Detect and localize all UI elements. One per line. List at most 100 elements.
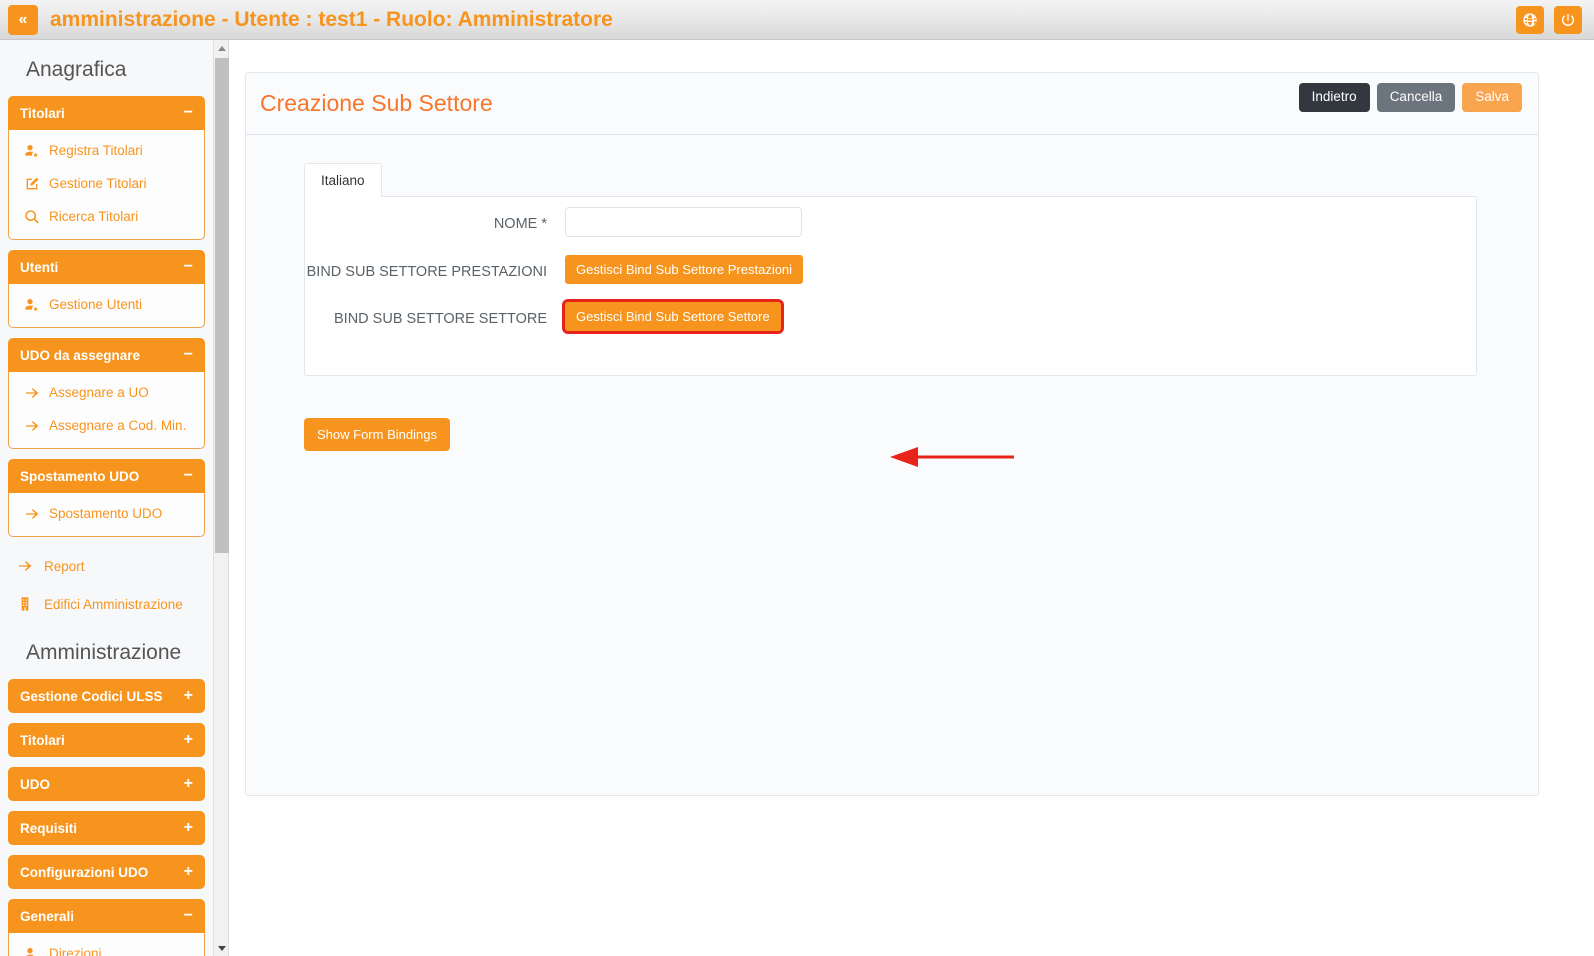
sidebar-group-body-udo-da-assegnare: Assegnare a UO Assegnare a Cod. Min. — [8, 372, 205, 449]
page-card: Creazione Sub Settore Indietro Cancella … — [245, 72, 1539, 796]
cancel-button[interactable]: Cancella — [1376, 83, 1456, 112]
sidebar-item-label: Assegnare a Cod. Min. — [49, 418, 187, 433]
sidebar-item-label: Report — [44, 558, 85, 574]
sidebar-group-header-gestione-codici-ulss[interactable]: Gestione Codici ULSS + — [8, 679, 205, 713]
sidebar-item-registra-titolari[interactable]: Registra Titolari — [9, 134, 204, 167]
sidebar-group-label: Gestione Codici ULSS — [20, 688, 163, 704]
nome-input[interactable] — [565, 207, 802, 237]
tab-strip: Italiano — [304, 163, 1477, 197]
sidebar-group-gestione-codici-ulss: Gestione Codici ULSS + — [8, 679, 205, 713]
sidebar-item-label: Registra Titolari — [49, 143, 143, 158]
sidebar-item-gestione-utenti[interactable]: Gestione Utenti — [9, 288, 204, 321]
sidebar-content: Anagrafica Titolari − Registra Titolari Gest… — [0, 40, 213, 956]
sidebar-group-body-generali: DirezioniDistretti — [8, 933, 205, 956]
sidebar-group-header-requisiti[interactable]: Requisiti + — [8, 811, 205, 845]
plus-icon: + — [183, 775, 193, 792]
edit-square-icon-wrap — [23, 175, 40, 192]
language-tab-container: Italiano NOME * BIND SUB SETTORE PRESTAZ… — [304, 163, 1477, 467]
sidebar-item-edifici-amministrazione[interactable]: Edifici Amministrazione — [8, 585, 205, 623]
sidebar-group-header-spostamento-udo[interactable]: Spostamento UDO − — [8, 459, 205, 493]
building-icon-wrap — [16, 595, 34, 613]
sidebar-group-header-utenti[interactable]: Utenti − — [8, 250, 205, 284]
sidebar-group-label: Titolari — [20, 105, 65, 121]
sidebar-group-header-udo-da-assegnare[interactable]: UDO da assegnare − — [8, 338, 205, 372]
form-row-nome: NOME * — [305, 207, 1476, 237]
save-button[interactable]: Salva — [1462, 83, 1522, 112]
sidebar: Anagrafica Titolari − Registra Titolari Gest… — [0, 40, 213, 956]
sidebar-group-configurazioni-udo: Configurazioni UDO + — [8, 855, 205, 889]
sidebar-section-heading: Anagrafica — [26, 58, 127, 81]
sidebar-group-header-udo[interactable]: UDO + — [8, 767, 205, 801]
show-form-bindings-button[interactable]: Show Form Bindings — [304, 418, 450, 451]
sidebar-item-assegnare-a-cod-min[interactable]: Assegnare a Cod. Min. — [9, 409, 204, 442]
sidebar-collapse-button[interactable]: « — [8, 4, 38, 35]
sidebar-group-header-titolari[interactable]: Titolari + — [8, 723, 205, 757]
logout-button[interactable] — [1554, 5, 1582, 34]
minus-icon: − — [183, 467, 193, 484]
building-icon — [21, 597, 29, 611]
sidebar-group-label: Generali — [20, 908, 75, 924]
sidebar-group-label: Requisiti — [20, 820, 78, 836]
minus-icon: − — [183, 258, 193, 275]
search-icon-wrap — [23, 208, 40, 225]
manage-bind-sub-settore-settore-button[interactable]: Gestisci Bind Sub Settore Settore — [562, 299, 784, 334]
search-icon — [24, 209, 39, 223]
sidebar-group-titolari: Titolari − Registra Titolari Gestione Titol… — [8, 96, 205, 240]
arrow-right-icon — [25, 508, 38, 519]
scroll-down-arrow-icon[interactable] — [214, 940, 230, 956]
form-row-bind-prestazioni: BIND SUB SETTORE PRESTAZIONI Gestisci Bi… — [305, 255, 1476, 284]
plus-icon: + — [183, 863, 193, 880]
sidebar-item-gestione-titolari[interactable]: Gestione Titolari — [9, 167, 204, 200]
scrollbar-thumb[interactable] — [215, 58, 229, 553]
sidebar-item-label: Gestione Titolari — [49, 176, 147, 191]
sidebar-group-header-titolari[interactable]: Titolari − — [8, 96, 205, 130]
page-header: Creazione Sub Settore Indietro Cancella … — [246, 73, 1538, 135]
plus-icon: + — [183, 687, 193, 704]
minus-icon: − — [183, 907, 193, 924]
sidebar-group-spostamento-udo: Spostamento UDO − Spostamento UDO — [8, 459, 205, 537]
user-plus-icon — [24, 144, 38, 157]
sidebar-item-label: Gestione Utenti — [49, 297, 143, 312]
sidebar-item-label: Ricerca Titolari — [49, 209, 139, 224]
back-button[interactable]: Indietro — [1298, 83, 1370, 112]
manage-bind-sub-settore-prestazioni-button[interactable]: Gestisci Bind Sub Settore Prestazioni — [565, 255, 804, 284]
sidebar-item-report[interactable]: Report — [8, 547, 205, 585]
user-plus-icon — [25, 947, 36, 956]
sidebar-item-spostamento-udo[interactable]: Spostamento UDO — [9, 497, 204, 530]
app-title: amministrazione - Utente : test1 - Ruolo… — [50, 7, 613, 31]
sidebar-group-header-generali[interactable]: Generali − — [8, 899, 205, 933]
sidebar-item-direzioni[interactable]: Direzioni — [9, 937, 204, 956]
sidebar-group-label: Spostamento UDO — [20, 468, 140, 484]
sidebar-item-label: Assegnare a UO — [49, 385, 149, 400]
sidebar-item-label: Spostamento UDO — [49, 506, 163, 521]
sidebar-item-ricerca-titolari[interactable]: Ricerca Titolari — [9, 200, 204, 233]
arrow-right-icon-wrap — [16, 557, 34, 575]
minus-icon: − — [183, 346, 193, 363]
user-plus-icon-wrap — [23, 142, 40, 159]
sidebar-group-udo-da-assegnare: UDO da assegnare − Assegnare a UO Assegnare… — [8, 338, 205, 449]
language-button[interactable] — [1516, 5, 1544, 34]
user-plus-icon-wrap — [23, 296, 40, 313]
nome-label: NOME * — [493, 216, 547, 232]
sidebar-group-body-utenti: Gestione Utenti — [8, 284, 205, 328]
power-icon — [1562, 13, 1574, 26]
user-plus-icon — [24, 298, 38, 311]
arrow-right-icon — [19, 561, 32, 571]
arrow-right-icon — [25, 420, 38, 431]
sidebar-item-assegnare-a-uo[interactable]: Assegnare a UO — [9, 376, 204, 409]
sidebar-scrollbar[interactable] — [213, 40, 229, 956]
sidebar-item-label: Edifici Amministrazione — [44, 596, 183, 612]
scroll-up-arrow-icon[interactable] — [214, 40, 230, 56]
sidebar-group-body-titolari: Registra Titolari Gestione Titolari Ricerc… — [8, 130, 205, 240]
arrow-right-icon-wrap — [23, 505, 40, 522]
globe-icon — [1523, 12, 1537, 27]
bind-prestazioni-field-wrap: Gestisci Bind Sub Settore Prestazioni — [565, 255, 1476, 284]
tab-italiano[interactable]: Italiano — [304, 163, 382, 197]
sidebar-group-requisiti: Requisiti + — [8, 811, 205, 845]
collapse-chevrons-icon: « — [18, 10, 28, 28]
show-bindings-wrap: Show Form Bindings — [304, 418, 1538, 451]
sidebar-group-header-configurazioni-udo[interactable]: Configurazioni UDO + — [8, 855, 205, 889]
sidebar-group-titolari: Titolari + — [8, 723, 205, 757]
sidebar-section-heading: Amministrazione — [26, 641, 182, 664]
sidebar-group-label: UDO — [20, 776, 50, 792]
